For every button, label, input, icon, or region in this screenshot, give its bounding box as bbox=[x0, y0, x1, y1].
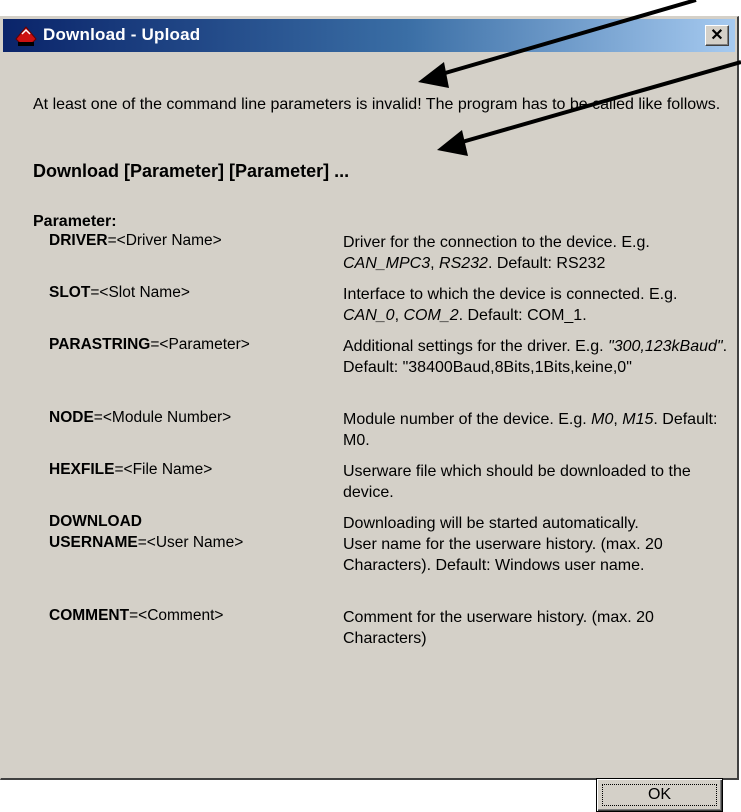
param-desc-segment: Additional settings for the driver. E.g. bbox=[343, 338, 609, 355]
param-desc-segment: . Default: RS232 bbox=[487, 255, 606, 272]
param-desc-segment: , bbox=[613, 411, 623, 428]
param-argument: <User Name> bbox=[146, 534, 244, 551]
param-argument: <Module Number> bbox=[102, 409, 232, 426]
app-icon bbox=[15, 26, 37, 46]
param-argument: <Comment> bbox=[138, 607, 224, 624]
param-key: NODE bbox=[49, 409, 94, 426]
param-desc-driver: Driver for the connection to the device.… bbox=[343, 232, 733, 274]
param-equals: = bbox=[93, 409, 103, 426]
param-name-comment: COMMENT=<Comment> bbox=[49, 607, 223, 625]
param-desc-username: User name for the userware history. (max… bbox=[343, 534, 733, 576]
param-desc-hexfile: Userware file which should be downloaded… bbox=[343, 461, 733, 503]
param-argument: <Parameter> bbox=[159, 336, 250, 353]
param-key: DRIVER bbox=[49, 232, 108, 249]
param-key: PARASTRING bbox=[49, 336, 151, 353]
param-desc-segment: User name for the userware history. (max… bbox=[343, 536, 663, 574]
param-name-download: DOWNLOAD bbox=[49, 513, 142, 531]
focus-rectangle bbox=[602, 784, 717, 806]
param-desc-segment: . Default: COM_1. bbox=[458, 307, 587, 324]
ok-button[interactable]: OK bbox=[596, 778, 723, 812]
param-argument: <Slot Name> bbox=[99, 284, 190, 301]
usage-line: Download [Parameter] [Parameter] ... bbox=[33, 161, 350, 181]
param-desc-download: Downloading will be started automaticall… bbox=[343, 513, 733, 534]
window-title: Download - Upload bbox=[43, 25, 201, 44]
param-desc-slot: Interface to which the device is connect… bbox=[343, 284, 733, 326]
param-desc-comment: Comment for the userware history. (max. … bbox=[343, 607, 733, 649]
param-equals: = bbox=[137, 534, 147, 551]
param-equals: = bbox=[107, 232, 117, 249]
dialog-content: At least one of the command line paramet… bbox=[1, 52, 737, 812]
close-icon: ✕ bbox=[710, 26, 724, 44]
dialog-window: Download - Upload ✕ At least one of the … bbox=[0, 16, 739, 812]
error-message: At least one of the command line paramet… bbox=[33, 96, 721, 113]
param-key: SLOT bbox=[49, 284, 91, 301]
param-name-driver: DRIVER=<Driver Name> bbox=[49, 232, 222, 250]
param-key: USERNAME bbox=[49, 534, 138, 551]
param-argument: <File Name> bbox=[123, 461, 213, 478]
param-equals: = bbox=[129, 607, 139, 624]
param-desc-segment: Comment for the userware history. (max. … bbox=[343, 609, 654, 647]
param-desc-segment: , bbox=[430, 255, 440, 272]
param-equals: = bbox=[114, 461, 124, 478]
param-key: COMMENT bbox=[49, 607, 130, 624]
param-desc-segment: Userware file which should be downloaded… bbox=[343, 463, 691, 501]
param-name-username: USERNAME=<User Name> bbox=[49, 534, 243, 552]
parameter-heading: Parameter: bbox=[33, 213, 117, 230]
param-desc-segment: CAN_MPC3 bbox=[343, 255, 431, 272]
param-desc-segment: RS232 bbox=[439, 255, 488, 272]
param-key: DOWNLOAD bbox=[49, 513, 142, 530]
param-desc-segment: M0 bbox=[591, 411, 614, 428]
param-desc-segment: Downloading will be started automaticall… bbox=[343, 515, 639, 532]
param-desc-segment: COM_2 bbox=[403, 307, 459, 324]
param-key: HEXFILE bbox=[49, 461, 115, 478]
param-desc-segment: "300,123kBaud" bbox=[608, 338, 723, 355]
param-desc-segment: CAN_0 bbox=[343, 307, 395, 324]
param-desc-segment: M15 bbox=[622, 411, 654, 428]
title-bar[interactable]: Download - Upload ✕ bbox=[3, 19, 735, 52]
close-button[interactable]: ✕ bbox=[705, 25, 729, 46]
param-desc-parastring: Additional settings for the driver. E.g.… bbox=[343, 336, 733, 378]
param-argument: <Driver Name> bbox=[116, 232, 222, 249]
param-name-parastring: PARASTRING=<Parameter> bbox=[49, 336, 250, 354]
param-desc-node: Module number of the device. E.g. M0, M1… bbox=[343, 409, 733, 451]
param-name-node: NODE=<Module Number> bbox=[49, 409, 231, 427]
param-desc-segment: Driver for the connection to the device.… bbox=[343, 234, 650, 251]
param-name-slot: SLOT=<Slot Name> bbox=[49, 284, 190, 302]
param-desc-segment: Module number of the device. E.g. bbox=[343, 411, 592, 428]
param-name-hexfile: HEXFILE=<File Name> bbox=[49, 461, 212, 479]
param-desc-segment: Interface to which the device is connect… bbox=[343, 286, 678, 303]
